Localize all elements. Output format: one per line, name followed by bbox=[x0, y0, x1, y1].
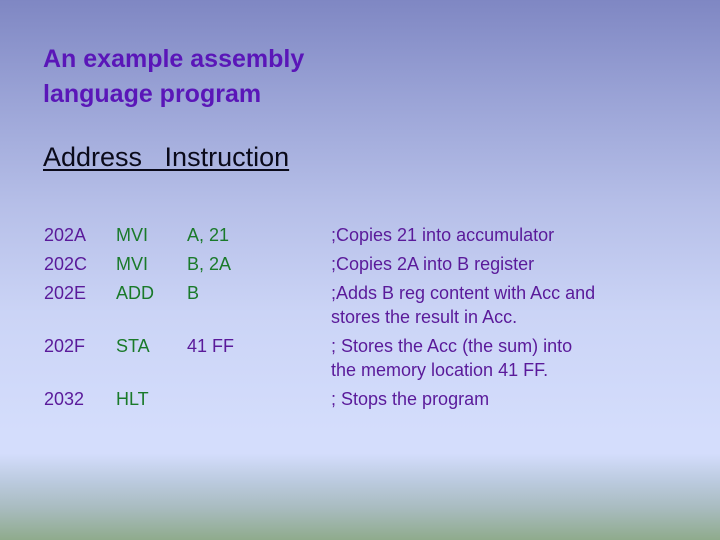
comment-cell-line-2: stores the result in Acc. bbox=[331, 307, 518, 327]
slide-title: An example assembly language program bbox=[43, 42, 304, 112]
comment-cell: ;Copies 21 into accumulator bbox=[331, 225, 555, 245]
operand-cell: A, 21 bbox=[187, 225, 230, 245]
address-cell: 202E bbox=[44, 283, 87, 303]
address-cell: 202A bbox=[44, 225, 87, 245]
operand-cell: B, 2A bbox=[187, 254, 232, 274]
address-cell: 202F bbox=[44, 336, 86, 356]
comment-cell-line-1: ;Adds B reg content with Acc and bbox=[331, 283, 596, 303]
column-header: Address Instruction bbox=[43, 142, 290, 172]
comment-cell-line-2: the memory location 41 FF. bbox=[331, 360, 549, 380]
mnemonic-cell: HLT bbox=[116, 389, 149, 409]
mnemonic-cell: ADD bbox=[116, 283, 155, 303]
comment-cell-line-1: ; Stores the Acc (the sum) into bbox=[331, 336, 573, 356]
slide-title-line-2: language program bbox=[43, 80, 262, 108]
operand-cell: B bbox=[187, 283, 200, 303]
mnemonic-cell: MVI bbox=[116, 254, 149, 274]
mnemonic-cell: STA bbox=[116, 336, 150, 356]
operand-cell: 41 FF bbox=[187, 336, 235, 356]
comment-cell: ;Copies 2A into B register bbox=[331, 254, 535, 274]
comment-cell: ; Stops the program bbox=[331, 389, 490, 409]
address-cell: 2032 bbox=[44, 389, 85, 409]
slide-title-line-1: An example assembly bbox=[43, 45, 305, 73]
mnemonic-cell: MVI bbox=[116, 225, 149, 245]
address-cell: 202C bbox=[44, 254, 88, 274]
